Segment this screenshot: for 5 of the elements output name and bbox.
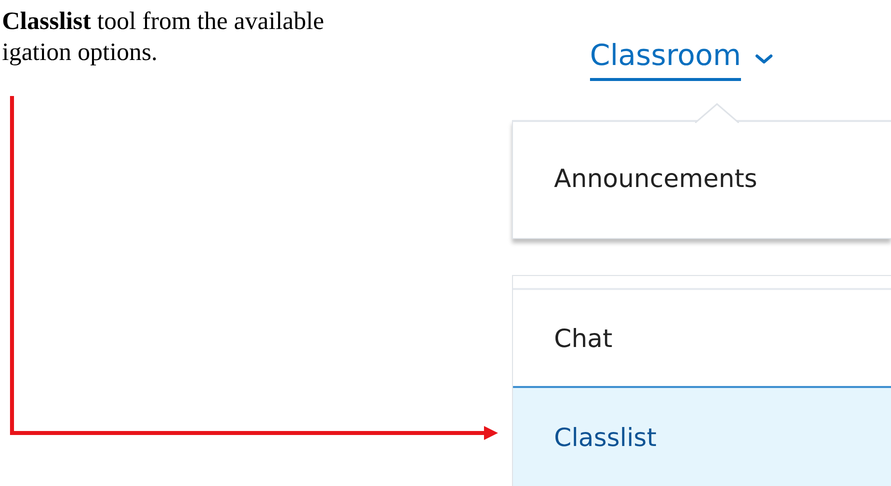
classroom-menu-button[interactable]: Classroom bbox=[590, 38, 742, 80]
chevron-down-icon bbox=[755, 54, 774, 64]
menu-item[interactable]: Announcements bbox=[513, 122, 891, 234]
menu-item[interactable]: Classlist bbox=[513, 386, 891, 486]
instruction-text: Classlist tool from the available igation options. bbox=[1, 7, 326, 68]
